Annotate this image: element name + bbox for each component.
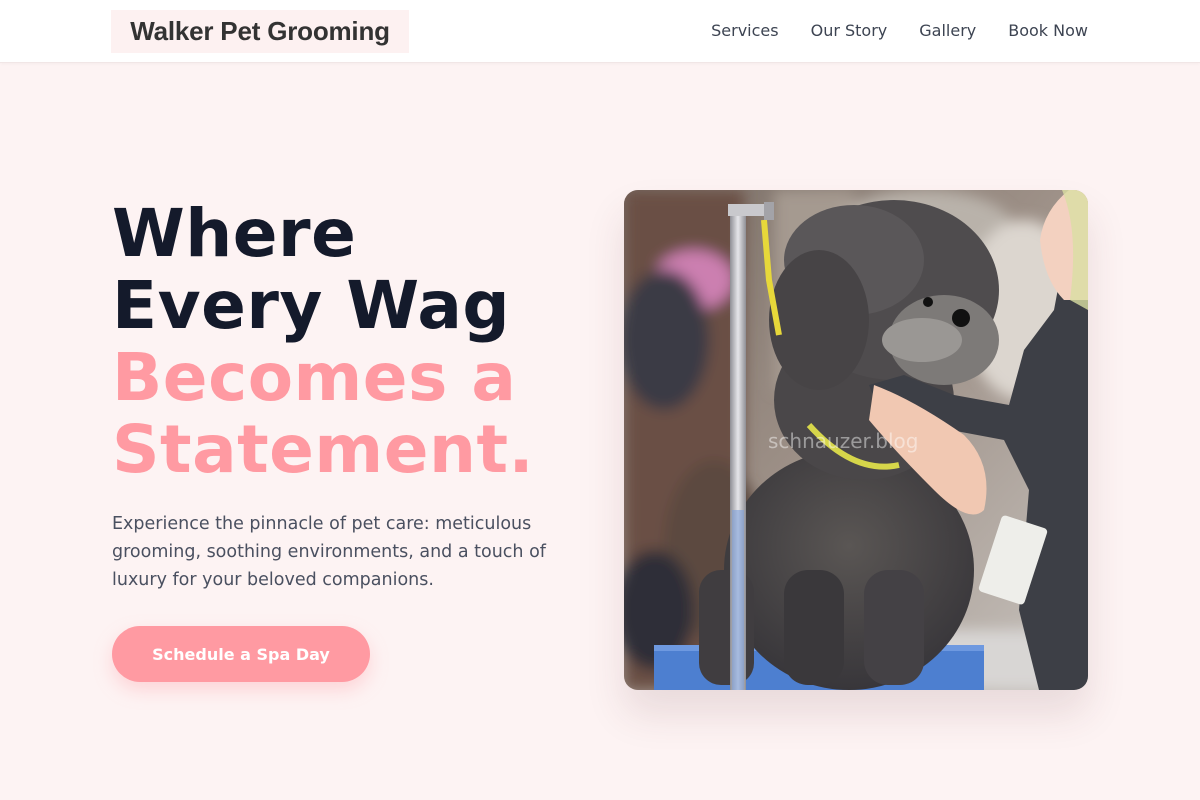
hero-title: Where Every Wag Becomes a Statement. (112, 198, 534, 486)
hero-title-line-2: Every Wag (112, 267, 511, 344)
schedule-spa-day-button[interactable]: Schedule a Spa Day (112, 626, 370, 682)
nav-links: Services Our Story Gallery Book Now (711, 0, 1088, 60)
image-watermark: schnauzer.blog (768, 429, 918, 453)
dog-grooming-illustration: schnauzer.blog (624, 190, 1088, 690)
brand-logo[interactable]: Walker Pet Grooming (111, 10, 409, 53)
hero-title-line-3: Becomes a (112, 339, 517, 416)
nav-link-our-story[interactable]: Our Story (811, 21, 888, 40)
nav-link-gallery[interactable]: Gallery (919, 21, 976, 40)
nav-link-book-now[interactable]: Book Now (1008, 21, 1088, 40)
brand-name: Walker Pet Grooming (130, 16, 390, 46)
nav-link-services[interactable]: Services (711, 21, 778, 40)
hero-title-line-4: Statement. (112, 411, 535, 488)
hero-description: Experience the pinnacle of pet care: met… (112, 514, 546, 590)
top-navbar: Walker Pet Grooming Services Our Story G… (0, 0, 1200, 63)
hero-dog-photo: schnauzer.blog (624, 190, 1088, 690)
hero-title-line-1: Where (112, 195, 357, 272)
